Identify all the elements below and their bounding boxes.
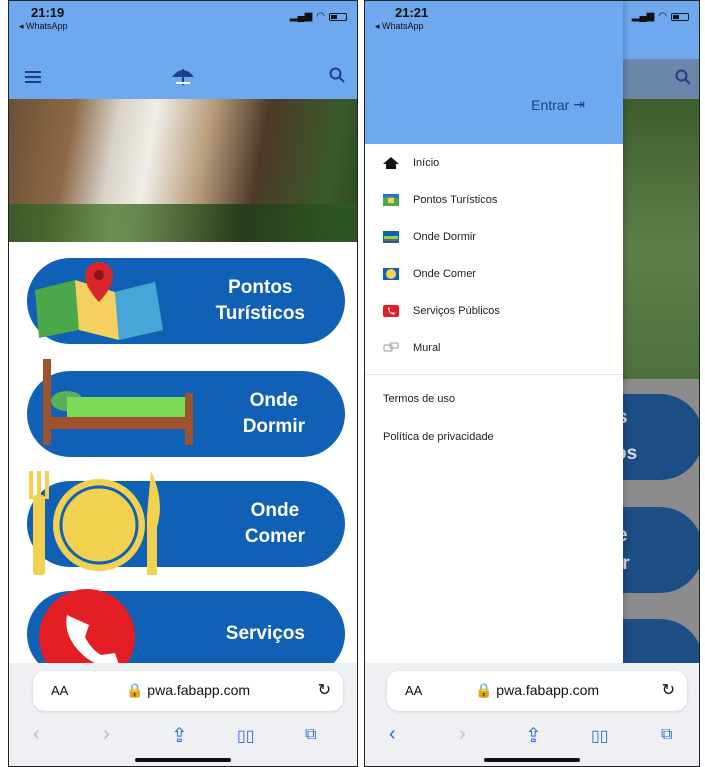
tile-label: Onde Comer <box>245 481 305 567</box>
drawer-item-servicos-publicos[interactable]: Serviços Públicos <box>365 292 623 329</box>
forward-arrow-icon[interactable]: › <box>459 723 466 746</box>
battery-icon <box>671 12 689 21</box>
back-to-whatsapp[interactable]: ◂ WhatsApp <box>375 21 424 32</box>
address-url: 🔒 pwa.fabapp.com <box>474 682 600 698</box>
bed-icon <box>43 359 193 445</box>
tile-label: Onde Dormir <box>243 371 305 457</box>
forward-arrow-icon[interactable]: › <box>103 723 110 746</box>
navigation-drawer: Entrar ⇥ Início Pontos Turísticos Onde D… <box>365 1 623 663</box>
address-bar[interactable]: AA 🔒 pwa.fabapp.com ↻ <box>387 671 687 711</box>
plate-icon <box>29 471 160 575</box>
url-text: pwa.fabapp.com <box>147 682 251 698</box>
reload-icon[interactable]: ↻ <box>318 680 331 700</box>
map-icon <box>383 193 399 206</box>
login-button[interactable]: Entrar ⇥ <box>531 96 585 113</box>
drawer-item-label: Mural <box>413 341 441 354</box>
search-icon[interactable] <box>329 67 345 83</box>
chat-icon <box>383 342 399 351</box>
drawer-menu: Início Pontos Turísticos Onde Dormir Ond… <box>365 144 623 366</box>
app-logo-icon <box>172 69 194 85</box>
plate-icon <box>383 267 399 280</box>
tile-label-line2: Dormir <box>242 416 305 437</box>
tabs-icon[interactable]: ⧉ <box>305 726 316 744</box>
tile-label-line2: Turísticos <box>215 303 305 324</box>
status-bar: 21:21 ◂ WhatsApp ▂▄▆ ◠ <box>365 1 699 39</box>
terms-link[interactable]: Termos de uso <box>383 393 455 405</box>
bed-icon <box>383 230 399 243</box>
back-to-whatsapp[interactable]: ◂ WhatsApp <box>19 21 68 32</box>
back-arrow-icon[interactable]: ‹ <box>389 723 396 746</box>
status-time: 21:21 <box>395 5 429 20</box>
drawer-divider <box>365 374 623 375</box>
map-icon <box>35 262 163 340</box>
home-icon <box>383 156 399 169</box>
hero-waterfall-image <box>9 99 357 242</box>
back-arrow-icon[interactable]: ‹ <box>33 723 40 746</box>
home-indicator <box>135 758 231 762</box>
drawer-item-onde-comer[interactable]: Onde Comer <box>365 255 623 292</box>
tile-label-line1: Serviços <box>225 623 305 644</box>
share-icon[interactable]: ⇪ <box>171 723 188 748</box>
right-phone-screen: s os e ir Entrar ⇥ Início Pontos Turísti… <box>364 0 700 767</box>
hamburger-menu-icon[interactable] <box>25 71 41 86</box>
tabs-icon[interactable]: ⧉ <box>661 726 672 744</box>
tile-label-line1: Onde <box>250 500 300 522</box>
bookmarks-icon[interactable]: ▯▯ <box>591 726 609 746</box>
drawer-item-label: Pontos Turísticos <box>413 193 498 206</box>
drawer-item-label: Onde Comer <box>413 267 476 280</box>
drawer-item-label: Início <box>413 156 440 169</box>
address-url: 🔒 pwa.fabapp.com <box>125 682 251 698</box>
drawer-item-onde-dormir[interactable]: Onde Dormir <box>365 218 623 255</box>
drawer-item-label: Serviços Públicos <box>413 304 500 317</box>
browser-toolbar: AA 🔒 pwa.fabapp.com ↻ ‹ › ⇪ ▯▯ ⧉ <box>365 663 699 766</box>
signal-icon: ▂▄▆ <box>631 11 655 22</box>
drawer-item-pontos-turisticos[interactable]: Pontos Turísticos <box>365 181 623 218</box>
reload-icon[interactable]: ↻ <box>662 680 675 700</box>
url-text: pwa.fabapp.com <box>496 682 600 698</box>
tile-pontos-turisticos[interactable]: Pontos Turísticos <box>27 258 345 344</box>
login-icon: ⇥ <box>573 96 585 112</box>
left-phone-screen: 21:19 ◂ WhatsApp ▂▄▆ ◠ Pontos Turísticos <box>8 0 358 767</box>
privacy-link[interactable]: Política de privacidade <box>383 431 494 443</box>
tile-label-line2: Comer <box>244 526 305 547</box>
dimmed-background[interactable]: s os e ir <box>583 59 699 705</box>
bookmarks-icon[interactable]: ▯▯ <box>237 726 255 746</box>
login-label: Entrar <box>531 96 570 113</box>
wifi-icon: ◠ <box>316 11 325 22</box>
status-icons: ▂▄▆ ◠ <box>290 11 347 22</box>
tile-label: Pontos Turísticos <box>216 258 305 344</box>
drawer-item-label: Onde Dormir <box>413 230 476 243</box>
tile-label-line1: Pontos <box>228 277 293 299</box>
drawer-item-inicio[interactable]: Início <box>365 144 623 181</box>
status-bar: 21:19 ◂ WhatsApp ▂▄▆ ◠ <box>9 1 357 39</box>
battery-icon <box>329 12 347 21</box>
home-indicator <box>484 758 580 762</box>
search-icon <box>675 69 691 85</box>
signal-icon: ▂▄▆ <box>289 11 313 22</box>
phone-icon <box>383 304 399 317</box>
browser-toolbar: AA 🔒 pwa.fabapp.com ↻ ‹ › ⇪ ▯▯ ⧉ <box>9 663 357 766</box>
share-icon[interactable]: ⇪ <box>525 723 542 748</box>
wifi-icon: ◠ <box>658 11 667 22</box>
address-bar[interactable]: AA 🔒 pwa.fabapp.com ↻ <box>33 671 343 711</box>
tile-onde-comer[interactable]: Onde Comer <box>27 471 345 575</box>
tile-onde-dormir[interactable]: Onde Dormir <box>27 359 345 457</box>
tile-label-line1: Onde <box>249 390 299 412</box>
drawer-item-mural[interactable]: Mural <box>365 329 623 366</box>
status-icons: ▂▄▆ ◠ <box>632 11 689 22</box>
status-time: 21:19 <box>31 5 65 20</box>
